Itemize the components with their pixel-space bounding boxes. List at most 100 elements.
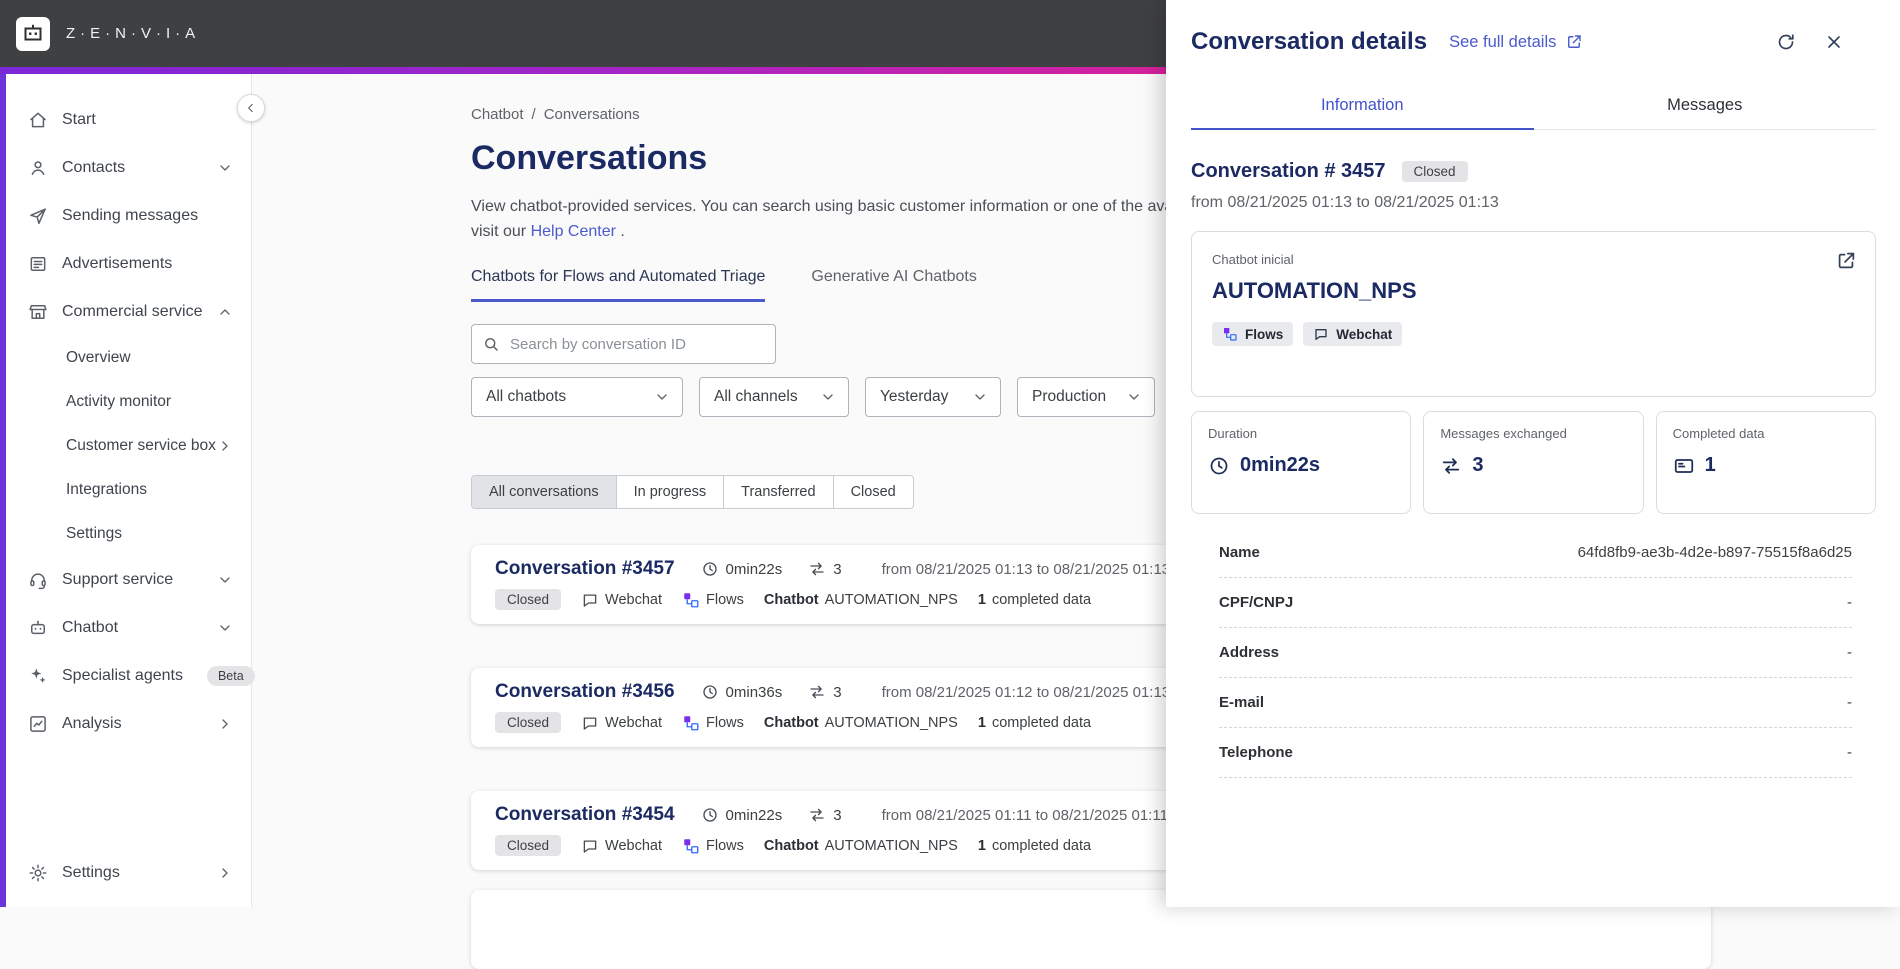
stat-value: 3 — [1472, 454, 1484, 476]
refresh-button[interactable] — [1776, 32, 1796, 52]
sidebar-item-advertisements[interactable]: Advertisements — [6, 240, 251, 288]
duration-meta: 0min36s — [701, 683, 782, 701]
sidebar-item-analysis[interactable]: Analysis — [6, 700, 251, 748]
status-badge: Closed — [495, 712, 562, 733]
channels-filter-select[interactable]: All channels — [699, 377, 849, 417]
completed-data-label: 1 completed data — [977, 591, 1092, 608]
sidebar-subitem-activity-monitor[interactable]: Activity monitor — [6, 380, 251, 424]
drawer-tabs: Information Messages — [1191, 96, 1876, 130]
status-badge: Closed — [495, 835, 562, 856]
sidebar-item-contacts[interactable]: Contacts — [6, 144, 251, 192]
tab-flows-automated-triage[interactable]: Chatbots for Flows and Automated Triage — [471, 268, 766, 302]
breadcrumb-chatbot[interactable]: Chatbot — [471, 106, 524, 123]
chart-icon — [28, 714, 48, 734]
headset-icon — [28, 570, 48, 590]
chatbot-name-label: Chatbot AUTOMATION_NPS — [763, 837, 958, 854]
field-row-telephone: Telephone - — [1219, 728, 1852, 778]
status-filter-group: All conversations In progress Transferre… — [471, 475, 914, 509]
select-value: Production — [1032, 388, 1107, 405]
chevron-down-icon — [820, 389, 836, 405]
chatbot-name: AUTOMATION_NPS — [1212, 278, 1417, 303]
see-full-details-link[interactable]: See full details — [1449, 33, 1583, 52]
duration-value: 0min22s — [725, 806, 783, 824]
chatbots-filter-select[interactable]: All chatbots — [471, 377, 683, 417]
stats-row: Duration 0min22s Messages exchanged 3 Co… — [1191, 411, 1876, 514]
channel-label: Webchat — [581, 591, 662, 609]
chevron-down-icon — [1126, 389, 1142, 405]
flow-label: Flows — [682, 714, 744, 732]
field-value: - — [1847, 594, 1852, 611]
field-row-address: Address - — [1219, 628, 1852, 678]
field-value: - — [1847, 744, 1852, 761]
status-filter-closed[interactable]: Closed — [834, 476, 913, 508]
sidebar-item-sending-messages[interactable]: Sending messages — [6, 192, 251, 240]
sidebar-subitem-settings[interactable]: Settings — [6, 512, 251, 556]
chatbot-summary-card: Chatbot inicial AUTOMATION_NPS Flows Web… — [1191, 231, 1876, 397]
environment-filter-select[interactable]: Production — [1017, 377, 1155, 417]
status-filter-all[interactable]: All conversations — [472, 476, 617, 508]
flows-icon — [1222, 326, 1238, 342]
select-value: All chatbots — [486, 388, 567, 405]
flow-label: Flows — [682, 837, 744, 855]
stat-completed-data: Completed data 1 — [1655, 411, 1876, 514]
sidebar-subitem-customer-service-box[interactable]: Customer service box — [6, 424, 251, 468]
date-filter-select[interactable]: Yesterday — [865, 377, 1001, 417]
sidebar-item-start[interactable]: Start — [6, 96, 251, 144]
sidebar-item-commercial-service[interactable]: Commercial service — [6, 288, 251, 336]
exchange-icon — [808, 560, 826, 578]
open-chatbot-button[interactable] — [1835, 250, 1857, 272]
help-center-link[interactable]: Help Center — [531, 223, 616, 240]
chevron-up-icon — [217, 304, 233, 320]
chat-bubble-icon — [581, 714, 599, 732]
search-icon — [482, 335, 500, 353]
tab-generative-ai[interactable]: Generative AI Chatbots — [811, 268, 976, 302]
chatbot-name-label: Chatbot AUTOMATION_NPS — [763, 591, 958, 608]
sparkles-icon — [28, 666, 48, 686]
contacts-icon — [28, 158, 48, 178]
sidebar-item-label: Support service — [62, 571, 174, 588]
clock-icon — [701, 806, 719, 824]
close-button[interactable] — [1824, 32, 1844, 52]
sidebar-item-chatbot[interactable]: Chatbot — [6, 604, 251, 652]
sidebar-item-specialist-agents[interactable]: Specialist agents Beta — [6, 652, 255, 700]
chatbot-name-label: Chatbot AUTOMATION_NPS — [763, 714, 958, 731]
sidebar-collapse-button[interactable] — [237, 94, 265, 122]
sidebar-subitem-label: Activity monitor — [66, 393, 172, 410]
sidebar-item-label: Contacts — [62, 159, 126, 176]
field-value: - — [1847, 644, 1852, 661]
status-filter-transferred[interactable]: Transferred — [724, 476, 834, 508]
description-line2: visit our — [471, 223, 527, 240]
drawer-header: Conversation details See full details — [1191, 28, 1876, 56]
messages-meta: 3 — [808, 806, 842, 824]
messages-value: 3 — [833, 806, 842, 824]
sidebar-subitem-integrations[interactable]: Integrations — [6, 468, 251, 512]
sidebar: Start Contacts Sending messages Advertis… — [0, 74, 265, 907]
sidebar-accent-strip — [0, 74, 6, 907]
conversation-title: Conversation #3456 — [495, 681, 675, 702]
tab-messages[interactable]: Messages — [1534, 96, 1877, 129]
send-icon — [28, 206, 48, 226]
sidebar-item-support-service[interactable]: Support service — [6, 556, 251, 604]
stat-value: 0min22s — [1240, 454, 1321, 476]
completed-data-label: 1 completed data — [977, 837, 1092, 854]
tab-information[interactable]: Information — [1191, 96, 1534, 130]
search-input[interactable] — [471, 324, 776, 364]
status-filter-in-progress[interactable]: In progress — [617, 476, 725, 508]
sidebar-subitem-label: Customer service box — [66, 437, 216, 454]
duration-meta: 0min22s — [701, 560, 782, 578]
clock-icon — [1208, 455, 1230, 477]
channel-label: Webchat — [581, 837, 662, 855]
webchat-badge: Webchat — [1303, 322, 1403, 346]
conversation-details-drawer: Conversation details See full details In… — [1166, 0, 1900, 907]
date-range: from 08/21/2025 01:12 to 08/21/2025 01:1… — [881, 683, 1171, 701]
sidebar-item-settings[interactable]: Settings — [6, 849, 251, 897]
storefront-icon — [28, 302, 48, 322]
external-link-icon — [1565, 33, 1583, 51]
sidebar-subitem-overview[interactable]: Overview — [6, 336, 251, 380]
sidebar-item-label: Sending messages — [62, 207, 199, 224]
duration-meta: 0min22s — [701, 806, 783, 824]
stat-messages-exchanged: Messages exchanged 3 — [1423, 411, 1644, 514]
zenvia-logo-icon — [16, 16, 50, 51]
chat-bubble-icon — [581, 591, 599, 609]
messages-value: 3 — [833, 560, 842, 578]
